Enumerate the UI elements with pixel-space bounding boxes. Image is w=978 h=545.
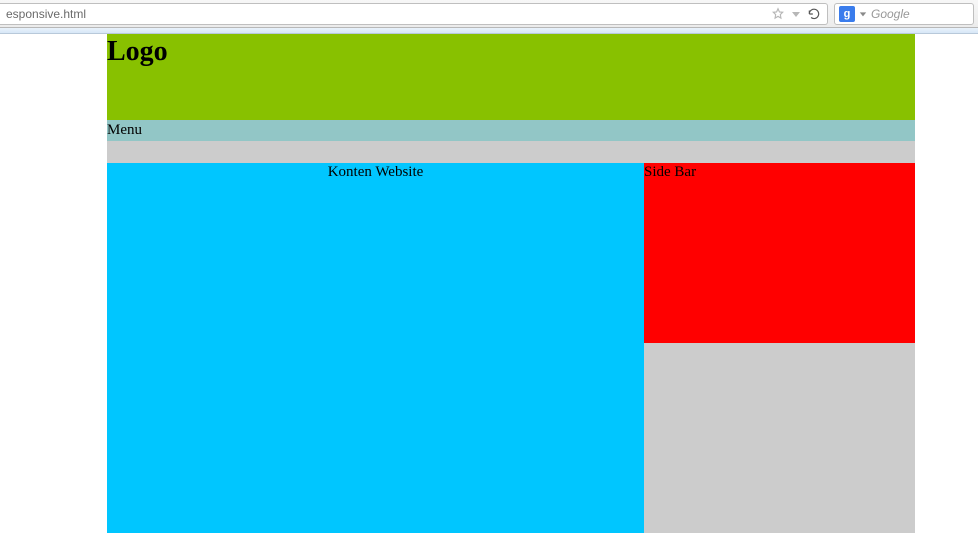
site-nav[interactable]: Menu xyxy=(107,120,915,141)
logo-text: Logo xyxy=(107,36,915,68)
reload-icon[interactable] xyxy=(807,7,821,21)
search-engine-dropdown-icon[interactable] xyxy=(859,10,867,18)
page-container: Logo Menu Konten Website Side Bar xyxy=(107,34,915,533)
browser-toolbar: esponsive.html g Google xyxy=(0,0,978,28)
site-header: Logo xyxy=(107,34,915,120)
nav-label: Menu xyxy=(107,122,142,138)
sidebar-title: Side Bar xyxy=(644,164,696,180)
main-content: Konten Website xyxy=(107,163,644,533)
sidebar: Side Bar xyxy=(644,163,915,343)
main-row: Konten Website Side Bar xyxy=(107,163,915,533)
bookmark-star-icon[interactable] xyxy=(771,7,785,21)
address-bar-text: esponsive.html xyxy=(6,7,765,21)
search-engine-icon: g xyxy=(839,6,855,22)
layout-gap xyxy=(107,141,915,163)
page-viewport: Logo Menu Konten Website Side Bar xyxy=(0,34,978,545)
search-placeholder: Google xyxy=(871,7,910,21)
dropdown-icon[interactable] xyxy=(791,9,801,19)
address-bar[interactable]: esponsive.html xyxy=(0,3,828,25)
content-title: Konten Website xyxy=(328,164,424,180)
browser-search-box[interactable]: g Google xyxy=(834,3,974,25)
